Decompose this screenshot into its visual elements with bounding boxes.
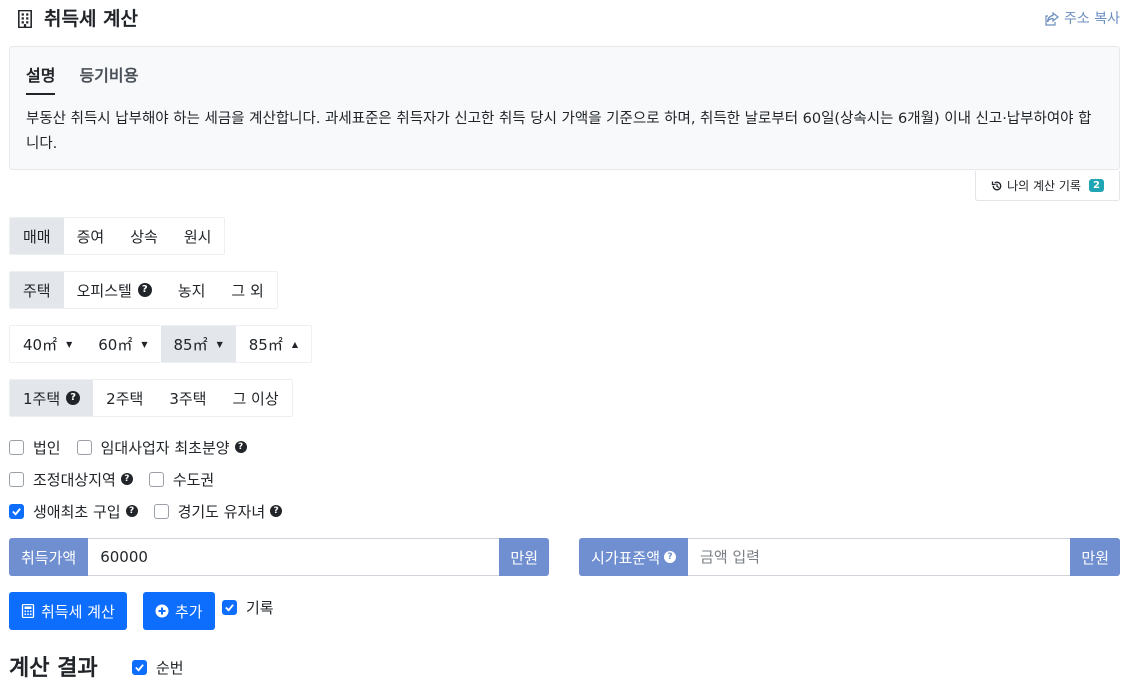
copy-address-link[interactable]: 주소 복사 [1044, 10, 1120, 28]
history-count-badge: 2 [1088, 179, 1104, 192]
property-farmland-button[interactable]: 농지 [165, 272, 219, 308]
check-icon [135, 663, 144, 672]
check-icon [225, 603, 234, 612]
calculate-tax-button[interactable]: 취득세 계산 [9, 592, 127, 630]
caret-up-icon: ▲ [291, 339, 298, 349]
area-85-below-button[interactable]: 85㎡ ▼ [160, 326, 236, 362]
area-40-button[interactable]: 40㎡ ▼ [10, 326, 85, 362]
checkbox-box-checked[interactable] [132, 659, 147, 675]
calculator-icon [21, 604, 35, 618]
area-label: 40㎡ [23, 335, 58, 354]
area-85-above-button[interactable]: 85㎡ ▲ [236, 326, 311, 362]
question-icon: ? [234, 441, 247, 453]
capital-area-label: 수도권 [172, 470, 215, 489]
checkbox-box[interactable] [9, 471, 24, 487]
type-gift-button[interactable]: 증여 [64, 218, 118, 254]
capital-area-checkbox[interactable]: 수도권 [148, 469, 215, 490]
info-tabs: 설명 등기비용 [26, 65, 138, 95]
options-row-3: 생애최초 구입 ? 경기도 유자녀 ? [9, 500, 298, 522]
rental-first-sale-checkbox[interactable]: 임대사업자 최초분양 ? [76, 437, 247, 458]
officetel-label: 오피스텔 [76, 281, 132, 300]
question-icon: ? [66, 391, 81, 405]
standard-price-label: 시가표준액 ? [579, 538, 689, 576]
share-icon [1045, 11, 1059, 26]
property-other-button[interactable]: 그 외 [218, 272, 276, 308]
caret-down-icon: ▼ [141, 339, 148, 349]
corporation-label: 법인 [33, 438, 61, 457]
acquisition-price-label: 취득가액 [9, 538, 89, 576]
standard-price-input[interactable] [688, 538, 1071, 576]
property-officetel-button[interactable]: 오피스텔 ? [64, 272, 165, 308]
acquisition-price-input[interactable] [88, 538, 500, 576]
question-icon: ? [664, 551, 677, 563]
house-1-button[interactable]: 1주택 ? [10, 380, 94, 416]
type-original-button[interactable]: 원시 [171, 218, 225, 254]
question-icon: ? [137, 283, 152, 297]
history-icon [991, 181, 1002, 190]
plus-circle-icon [155, 604, 169, 618]
record-checkbox[interactable]: 기록 [222, 596, 274, 618]
standard-price-label-text: 시가표준액 [591, 548, 661, 567]
checkbox-box-checked[interactable] [222, 599, 237, 615]
type-inheritance-button[interactable]: 상속 [117, 218, 171, 254]
description-text: 부동산 취득시 납부해야 하는 세금을 계산합니다. 과세표준은 취득자가 신고… [26, 111, 1092, 152]
checkbox-box[interactable] [76, 439, 92, 455]
tab-description[interactable]: 설명 [26, 65, 56, 95]
add-label: 추가 [175, 602, 203, 621]
question-icon: ? [270, 505, 283, 517]
area-label: 85㎡ [248, 335, 283, 354]
copy-address-label: 주소 복사 [1064, 11, 1120, 27]
building-icon [18, 10, 32, 28]
house-2-button[interactable]: 2주택 [93, 380, 156, 416]
rental-first-sale-label: 임대사업자 최초분양 [100, 438, 230, 457]
area-group: 40㎡ ▼ 60㎡ ▼ 85㎡ ▼ 85㎡ ▲ [9, 325, 312, 363]
order-label: 순번 [156, 658, 184, 677]
house-3-button[interactable]: 3주택 [156, 380, 219, 416]
add-button[interactable]: 추가 [143, 592, 215, 630]
check-icon [12, 507, 21, 516]
property-house-button[interactable]: 주택 [10, 272, 64, 308]
my-calc-history-button[interactable]: 나의 계산 기록 2 [975, 171, 1120, 201]
options-row-1: 법인 임대사업자 최초분양 ? [9, 436, 263, 458]
standard-price-group: 시가표준액 ? 만원 [579, 538, 1120, 576]
checkbox-box-checked[interactable] [9, 503, 24, 519]
type-purchase-button[interactable]: 매매 [10, 218, 64, 254]
options-row-2: 조정대상지역 ? 수도권 [9, 468, 230, 490]
result-title: 계산 결과 [9, 656, 98, 681]
acquisition-price-unit: 만원 [499, 538, 549, 576]
first-purchase-label: 생애최초 구입 [33, 502, 121, 521]
caret-down-icon: ▼ [216, 339, 223, 349]
first-purchase-checkbox[interactable]: 생애최초 구입 ? [9, 501, 138, 522]
acquisition-price-group: 취득가액 만원 [9, 538, 549, 576]
standard-price-unit: 만원 [1070, 538, 1120, 576]
record-label: 기록 [246, 598, 274, 617]
checkbox-box[interactable] [9, 439, 24, 455]
house-count-label: 1주택 [23, 389, 61, 408]
corporation-checkbox[interactable]: 법인 [9, 437, 61, 458]
acquisition-type-group: 매매 증여 상속 원시 [9, 217, 226, 255]
caret-down-icon: ▼ [66, 339, 73, 349]
gyeonggi-child-label: 경기도 유자녀 [177, 502, 266, 521]
tab-registration-cost[interactable]: 등기비용 [79, 65, 138, 95]
history-label: 나의 계산 기록 [1007, 179, 1081, 193]
checkbox-box[interactable] [148, 471, 164, 487]
area-60-button[interactable]: 60㎡ ▼ [85, 326, 160, 362]
order-checkbox[interactable]: 순번 [132, 656, 184, 678]
question-icon: ? [120, 473, 133, 485]
page-title: 취득세 계산 [44, 8, 139, 30]
calculate-tax-label: 취득세 계산 [41, 602, 115, 621]
info-card: 설명 등기비용 부동산 취득시 납부해야 하는 세금을 계산합니다. 과세표준은… [9, 46, 1120, 170]
area-label: 85㎡ [173, 335, 208, 354]
page-header: 취득세 계산 주소 복사 [16, 6, 1120, 32]
property-type-group: 주택 오피스텔 ? 농지 그 외 [9, 271, 278, 309]
house-count-group: 1주택 ? 2주택 3주택 그 이상 [9, 379, 293, 417]
house-more-button[interactable]: 그 이상 [219, 380, 291, 416]
checkbox-box[interactable] [153, 503, 169, 519]
area-label: 60㎡ [98, 335, 133, 354]
gyeonggi-child-checkbox[interactable]: 경기도 유자녀 ? [153, 501, 283, 522]
adjusted-area-checkbox[interactable]: 조정대상지역 ? [9, 469, 133, 490]
question-icon: ? [125, 505, 138, 517]
adjusted-area-label: 조정대상지역 [33, 470, 116, 489]
